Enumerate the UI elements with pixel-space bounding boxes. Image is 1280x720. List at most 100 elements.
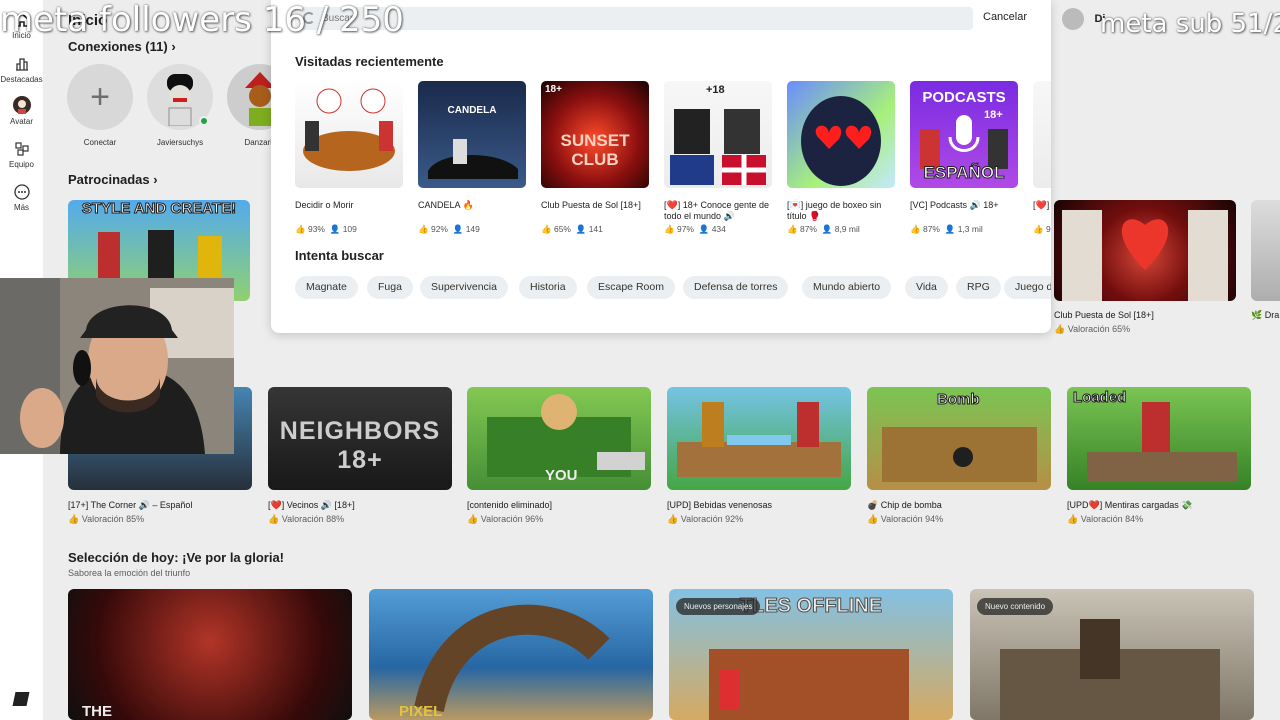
players-icon: 👤 bbox=[329, 224, 341, 234]
game-rating: 👍 Valoración 94% bbox=[867, 514, 943, 525]
players-icon: 👤 bbox=[452, 224, 464, 234]
online-status-icon bbox=[199, 116, 209, 126]
leaf-icon: 🌿 bbox=[1251, 310, 1263, 320]
recent-game-card[interactable]: +18 [❤️] 18+ Conoce gente de todo el mun… bbox=[664, 81, 772, 235]
game-rating-text: Valoración 88% bbox=[281, 514, 345, 524]
connection-item[interactable]: Javiersuchys bbox=[147, 64, 213, 147]
search-suggestion-chip[interactable]: Escape Room bbox=[587, 276, 675, 299]
game-tile[interactable]: Bomb bbox=[867, 387, 1051, 490]
search-suggestion-chip[interactable]: Juego d bbox=[1004, 276, 1051, 299]
connections-title-text: Conexiones (11) bbox=[68, 39, 168, 54]
game-title[interactable]: [UPD] Bebidas venenosas bbox=[667, 500, 772, 510]
connect-button[interactable]: + Conectar bbox=[67, 64, 133, 147]
thumbs-up-icon: 👍 bbox=[1067, 514, 1079, 524]
style-and-create-thumb-text: STYLE AND CREATE! bbox=[81, 200, 237, 218]
recent-game-card[interactable]: [💌] juego de boxeo sin título 🥊 👍 87% 👤 … bbox=[787, 81, 895, 235]
search-suggestion-chip[interactable]: Fuga bbox=[367, 276, 413, 299]
rating-value: 93% bbox=[307, 224, 325, 234]
game-rating-text: Valoración 65% bbox=[1067, 324, 1131, 334]
game-title-text: Dra bbox=[1264, 310, 1280, 320]
game-rating-text: Valoración 85% bbox=[81, 514, 145, 524]
connection-label: Javiersuchys bbox=[156, 138, 204, 147]
car-art bbox=[428, 139, 518, 179]
search-suggestion-chip[interactable]: Supervivencia bbox=[420, 276, 508, 299]
sponsored-title[interactable]: Patrocinadas › bbox=[68, 172, 158, 187]
players-value: 8,9 mil bbox=[834, 224, 860, 234]
thumbs-up-icon: 👍 bbox=[295, 224, 306, 234]
players-value: 434 bbox=[711, 224, 726, 234]
featured-game-tile[interactable]: THE bbox=[68, 589, 352, 720]
game-rating-text: Valoración 94% bbox=[880, 514, 944, 524]
game-thumbnail bbox=[295, 81, 403, 188]
game-tile[interactable]: NEIGHBORS 18+ bbox=[268, 387, 452, 490]
nav-featured[interactable]: Destacadas bbox=[0, 56, 43, 84]
rating-value: 9 bbox=[1045, 224, 1051, 234]
thumbs-up-icon: 👍 bbox=[1054, 324, 1066, 334]
search-suggestion-chip[interactable]: Magnate bbox=[295, 276, 358, 299]
try-searching-title: Intenta buscar bbox=[295, 248, 384, 263]
thumbs-up-icon: 👍 bbox=[664, 224, 675, 234]
game-thumbnail bbox=[1033, 81, 1051, 188]
game-thumbnail: +18 bbox=[664, 81, 772, 188]
search-suggestion-chip[interactable]: Mundo abierto bbox=[802, 276, 892, 299]
game-tile[interactable]: YOU bbox=[467, 387, 651, 490]
game-title[interactable]: [❤️] Vecinos 🔊 [18+] bbox=[268, 500, 355, 511]
game-rating-text: Valoración 84% bbox=[1080, 514, 1144, 524]
nav-team[interactable]: Equipo bbox=[0, 141, 43, 169]
game-tile[interactable] bbox=[667, 387, 851, 490]
you-thumb-text: YOU bbox=[545, 467, 578, 484]
game-rating-text: Valoración 96% bbox=[480, 514, 544, 524]
rating-value: 87% bbox=[799, 224, 817, 234]
nav-more-label: Más bbox=[13, 203, 30, 212]
game-title[interactable]: [contenido eliminado] bbox=[467, 500, 552, 510]
game-title: [VC] Podcasts 🔊 18+ bbox=[910, 200, 999, 210]
nav-avatar-label: Avatar bbox=[10, 117, 33, 126]
cancel-button[interactable]: Cancelar bbox=[983, 11, 1027, 23]
thumbs-up-icon: 👍 bbox=[787, 224, 798, 234]
decide-or-die-thumb-art bbox=[303, 88, 395, 171]
user-profile-button[interactable]: Di bbox=[1062, 8, 1105, 30]
thumbs-up-icon: 👍 bbox=[68, 514, 80, 524]
featured-game-tile[interactable]: PIXEL bbox=[369, 589, 653, 720]
nav-more[interactable]: Más bbox=[0, 184, 43, 212]
recent-game-card[interactable]: Decidir o Morir 👍 93% 👤 109 bbox=[295, 81, 403, 235]
game-thumbnail: 18+ SUNSET CLUB bbox=[541, 81, 649, 188]
recent-game-card[interactable]: 18+ SUNSET CLUB Club Puesta de Sol [18+]… bbox=[541, 81, 649, 235]
sponsored-tile[interactable] bbox=[1054, 200, 1236, 301]
search-suggestion-chip[interactable]: Defensa de torres bbox=[683, 276, 789, 299]
recent-game-card[interactable]: [❤️] todo 👍 9 bbox=[1033, 81, 1051, 235]
nav-avatar[interactable]: Avatar bbox=[0, 96, 43, 126]
meet-people-thumb-art bbox=[670, 109, 766, 185]
featured-thumb-art bbox=[709, 649, 909, 720]
sponsored-tile[interactable] bbox=[1251, 200, 1280, 301]
game-title[interactable]: [UPD❤️] Mentiras cargadas 💸 bbox=[1067, 500, 1192, 511]
windows-logo-icon[interactable] bbox=[12, 692, 30, 706]
plus-icon: + bbox=[67, 64, 133, 130]
sunset-club-thumb-art bbox=[1062, 210, 1228, 301]
game-rating: 👍 Valoración 65% bbox=[1054, 324, 1130, 335]
game-stats: 👍 65% 👤 141 bbox=[541, 224, 649, 235]
webcam-overlay bbox=[0, 278, 234, 454]
thumbs-up-icon: 👍 bbox=[910, 224, 921, 234]
game-title: Club Puesta de Sol [18+] bbox=[541, 200, 641, 210]
game-title: [💌] juego de boxeo sin título 🥊 bbox=[787, 200, 882, 221]
chevron-right-icon: › bbox=[153, 172, 158, 187]
search-suggestion-chip[interactable]: Vida bbox=[905, 276, 948, 299]
candela-thumb-text: CANDELA bbox=[447, 105, 497, 116]
game-title[interactable]: Club Puesta de Sol [18+] bbox=[1054, 310, 1154, 320]
recent-game-card[interactable]: PODCASTS 18+ ESPAÑOL [VC] Podcasts 🔊 18+… bbox=[910, 81, 1018, 235]
game-title[interactable]: 🌿 Dra bbox=[1251, 310, 1279, 321]
thumbs-up-icon: 👍 bbox=[667, 514, 679, 524]
recent-game-card[interactable]: CANDELA CANDELA 🔥 👍 92% 👤 149 bbox=[418, 81, 526, 235]
todays-pick-title: Selección de hoy: ¡Ve por la gloria! bbox=[68, 550, 284, 565]
search-suggestion-chip[interactable]: Historia bbox=[519, 276, 577, 299]
game-title: [❤️] 18+ Conoce gente de todo el mundo 🔊 bbox=[664, 200, 770, 221]
game-title[interactable]: 💣 Chip de bomba bbox=[867, 500, 942, 511]
game-rating: 👍 Valoración 85% bbox=[68, 514, 144, 525]
search-input[interactable] bbox=[322, 7, 922, 30]
game-title[interactable]: [17+] The Corner 🔊 – Español bbox=[68, 500, 192, 511]
game-tile[interactable]: Loaded bbox=[1067, 387, 1251, 490]
new-content-badge: Nuevo contenido bbox=[977, 598, 1054, 615]
search-suggestion-chip[interactable]: RPG bbox=[956, 276, 1001, 299]
connections-title[interactable]: Conexiones (11) › bbox=[68, 39, 176, 54]
